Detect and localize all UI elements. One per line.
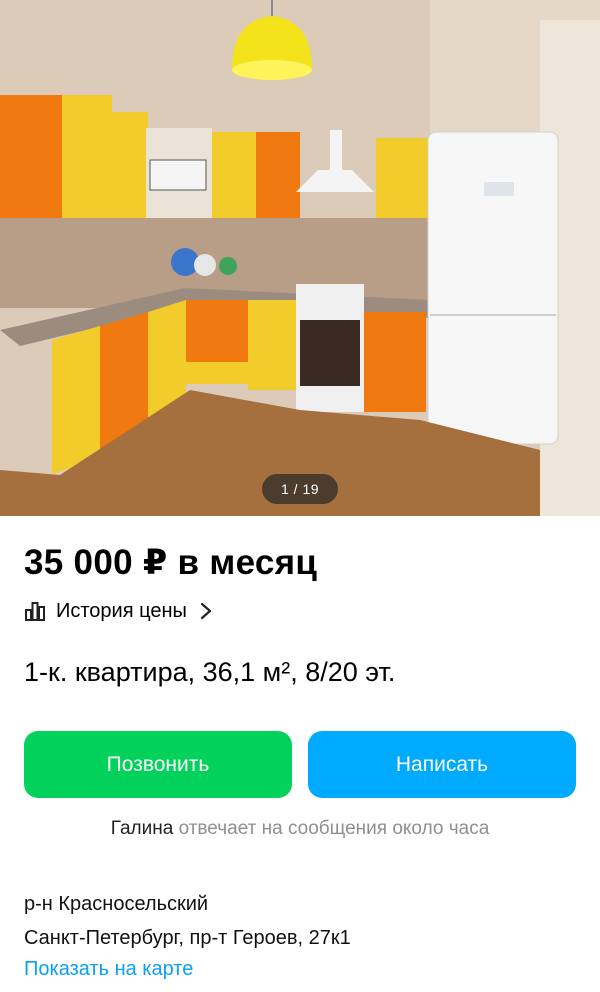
kitchen-photo (0, 0, 600, 516)
chevron-right-icon (200, 602, 211, 620)
show-on-map-link[interactable]: Показать на карте (24, 958, 193, 981)
price: 35 000 ₽ в месяц (24, 543, 318, 582)
price-history-label: История цены (56, 599, 187, 622)
district: р-н Красносельский (24, 893, 209, 915)
address: Санкт-Петербург, пр-т Героев, 27к1 (24, 927, 351, 949)
photo-counter: 1 / 19 (262, 474, 338, 504)
seller-response-text: отвечает на сообщения около часа (178, 818, 490, 839)
seller-name: Галина (110, 818, 174, 839)
bar-chart-icon (25, 602, 45, 621)
listing-title: 1-к. квартира, 36,1 м², 8/20 эт. (24, 657, 396, 687)
listing-photo[interactable]: 1 / 19 (0, 0, 600, 516)
price-history-link[interactable]: История цены (24, 597, 213, 625)
seller-response-info: Галина отвечает на сообщения около часа (0, 818, 600, 840)
write-button[interactable]: Написать (308, 731, 576, 798)
call-button[interactable]: Позвонить (24, 731, 292, 798)
